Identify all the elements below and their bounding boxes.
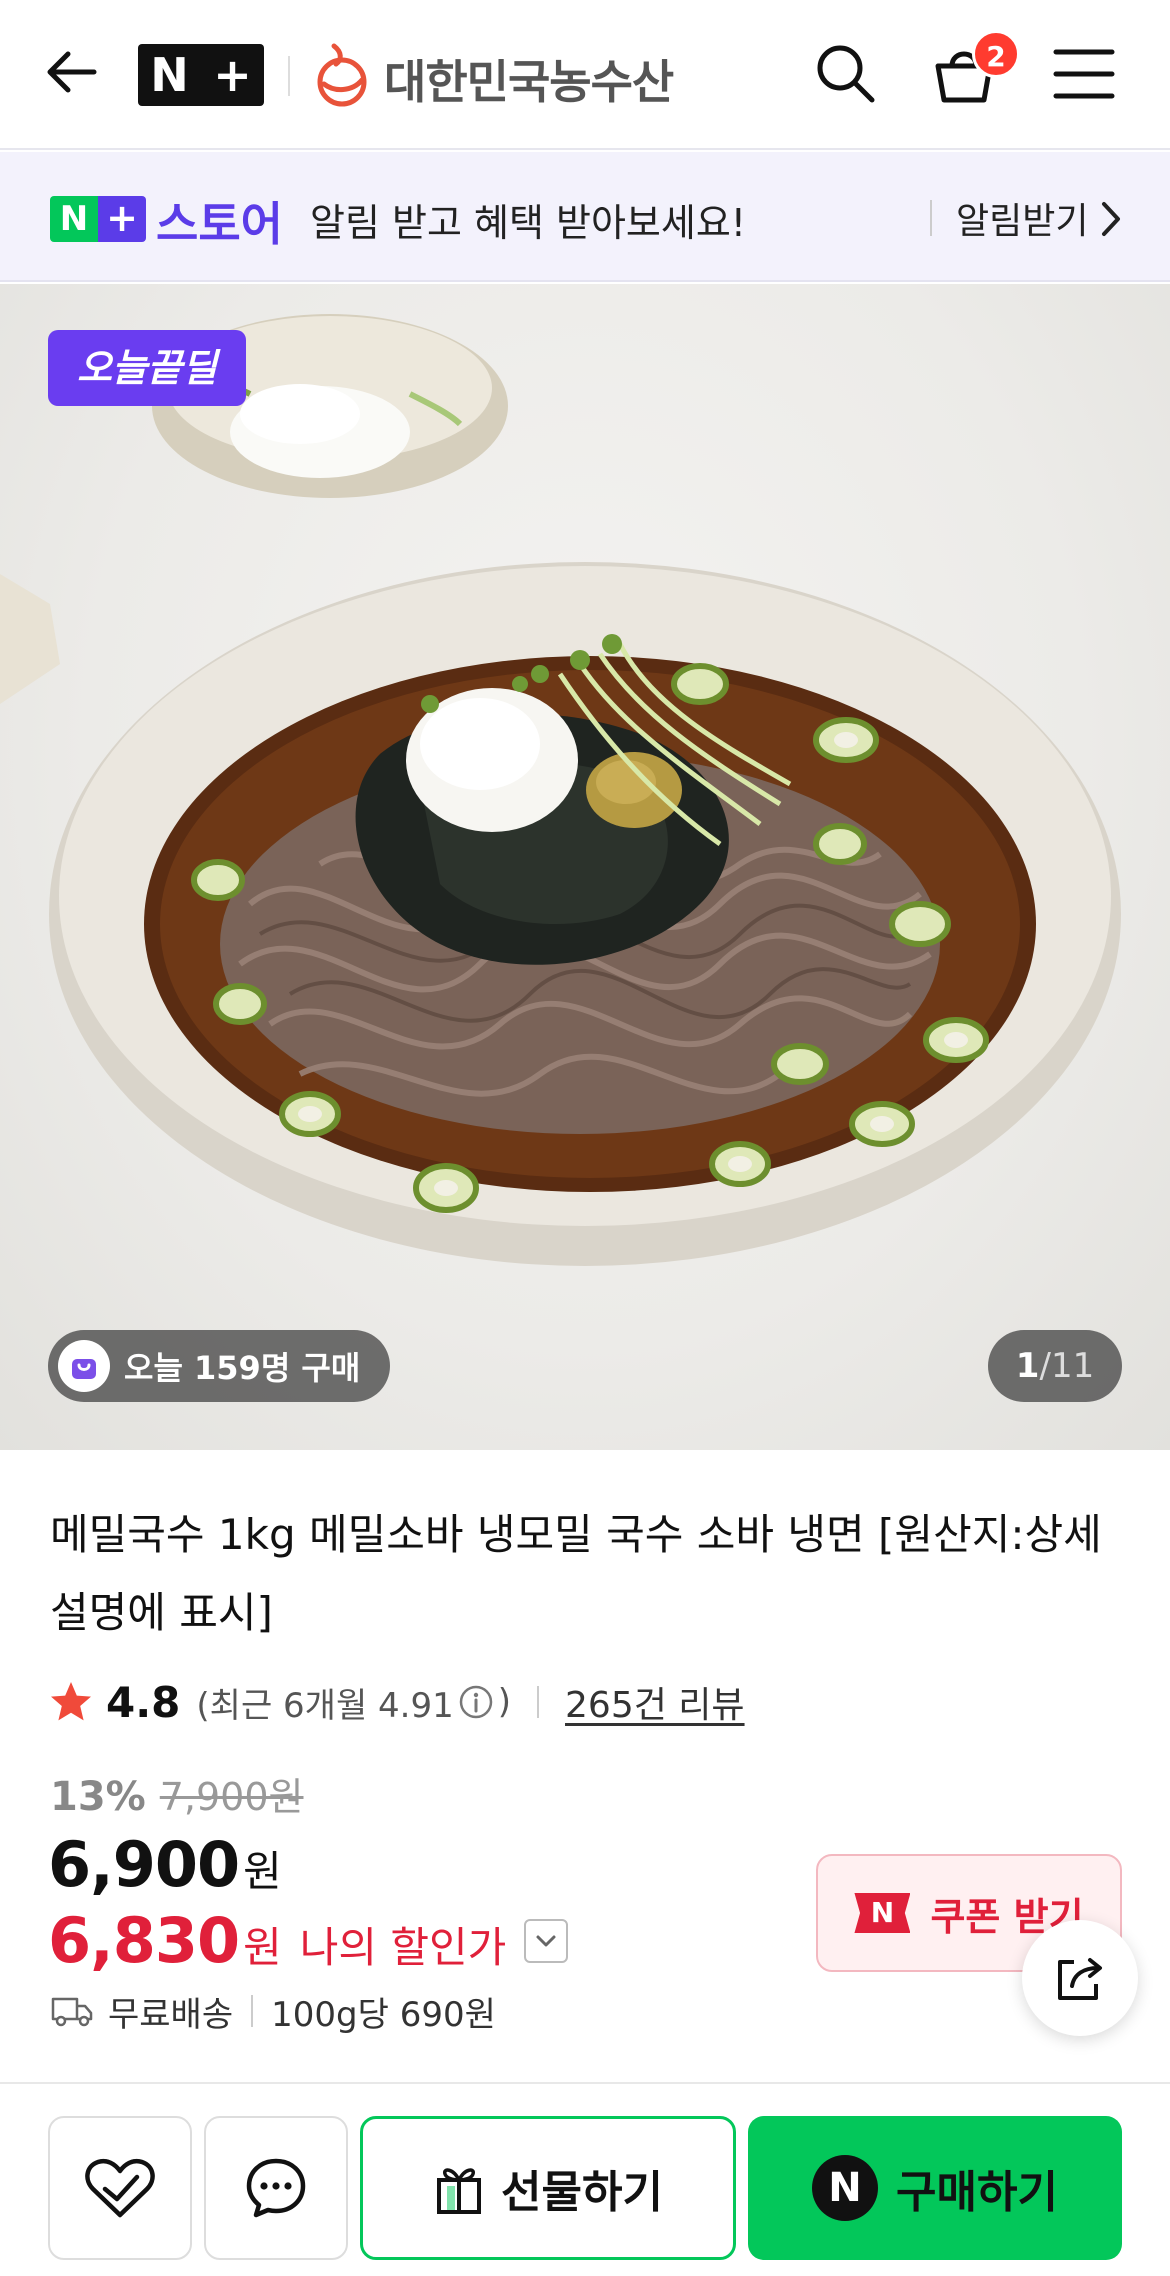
- buy-label: 구매하기: [896, 2167, 1058, 2218]
- store-alarm-banner[interactable]: N + 스토어 알림 받고 혜택 받아보세요! 알림받기: [0, 152, 1170, 282]
- image-counter: 1/11: [988, 1330, 1122, 1402]
- store-logo-n: N: [50, 196, 98, 242]
- my-discount-price-row[interactable]: 6,830 원 나의 할인가: [48, 1904, 569, 1977]
- naver-plus-logo-n: N: [150, 48, 189, 102]
- unit-price-text: 100g당 690원: [271, 1994, 496, 2035]
- app-header: N + 대한민국농수산 2: [0, 0, 1170, 150]
- share-button[interactable]: [1022, 1920, 1138, 2036]
- store-logo: N +: [50, 196, 146, 242]
- sale-price-unit: 원: [243, 1847, 282, 1896]
- naver-plus-logo[interactable]: N +: [138, 44, 264, 106]
- wishlist-button[interactable]: [48, 2116, 192, 2260]
- delivery-row: 무료배송 100g당 690원: [50, 1986, 496, 2036]
- rating-divider: [537, 1686, 540, 1718]
- back-arrow-icon[interactable]: [40, 40, 104, 104]
- gift-button[interactable]: 선물하기: [360, 2116, 736, 2260]
- product-title: 메밀국수 1kg 메밀소바 냉모밀 국수 소바 냉면 [원산지:상세설명에 표시…: [50, 1510, 1102, 1637]
- rating-recent-text: (최근 6개월 4.91: [196, 1685, 454, 1726]
- my-discount-price: 6,830: [48, 1904, 240, 1977]
- today-deal-badge: 오늘끝딜: [48, 330, 246, 406]
- image-counter-total: 11: [1050, 1346, 1095, 1386]
- store-logo-plus: +: [98, 196, 146, 242]
- chat-icon: [246, 2158, 306, 2218]
- discount-rate: 13%: [50, 1774, 146, 1820]
- header-divider: [288, 56, 290, 96]
- my-discount-price-unit: 원: [243, 1923, 282, 1972]
- review-count-link[interactable]: 265건 리뷰: [565, 1676, 745, 1728]
- delivery-divider: [251, 1995, 254, 2027]
- rating-score: 4.8: [106, 1677, 181, 1727]
- brand-name[interactable]: 대한민국농수산: [384, 46, 674, 112]
- share-icon: [1058, 1958, 1102, 2000]
- image-counter-separator: /: [1039, 1346, 1051, 1386]
- talk-button[interactable]: [204, 2116, 348, 2260]
- coupon-n-icon: N: [854, 1893, 911, 1933]
- product-photo: [0, 314, 1121, 1266]
- free-delivery-text: 무료배송: [108, 1994, 234, 2035]
- heart-check-icon: [85, 2158, 155, 2218]
- discount-row: 13% 7,900원: [50, 1766, 304, 1821]
- buy-button[interactable]: N 구매하기: [748, 2116, 1122, 2260]
- info-icon[interactable]: [458, 1684, 494, 1720]
- naver-plus-logo-plus: +: [213, 48, 252, 102]
- chevron-down-icon[interactable]: [524, 1918, 569, 1963]
- naver-pay-icon: N: [812, 2155, 879, 2221]
- rating-recent: (최근 6개월 4.91 ): [196, 1678, 511, 1727]
- alarm-subscribe-link[interactable]: 알림받기: [956, 192, 1088, 244]
- cart-count-badge: 2: [972, 30, 1020, 78]
- hamburger-menu-icon[interactable]: [1052, 44, 1116, 104]
- buyers-count-text: 오늘 159명 구매: [124, 1349, 361, 1387]
- buyers-count-pill: 오늘 159명 구매: [48, 1330, 391, 1402]
- bottom-action-bar: 선물하기 N 구매하기: [0, 2082, 1170, 2276]
- gift-icon: [437, 2168, 482, 2214]
- price-row: 6,900 원: [48, 1828, 282, 1901]
- store-divider: [930, 200, 932, 236]
- shopping-bag-icon: [58, 1340, 110, 1392]
- store-name: 스토어: [156, 197, 283, 251]
- search-icon[interactable]: [810, 38, 880, 108]
- chevron-right-icon: [1102, 202, 1120, 236]
- truck-icon: [51, 1997, 93, 2027]
- rating-recent-close: ): [497, 1682, 512, 1722]
- store-message: 알림 받고 혜택 받아보세요!: [310, 201, 747, 245]
- brand-logo-icon: [317, 43, 367, 107]
- my-discount-label: 나의 할인가: [299, 1923, 507, 1972]
- product-image-carousel[interactable]: 오늘끝딜 오늘 159명 구매 1/11: [0, 284, 1170, 1450]
- image-counter-current: 1: [1015, 1346, 1040, 1386]
- rating-row: 4.8 (최근 6개월 4.91 ) 265건 리뷰: [48, 1672, 745, 1732]
- original-price: 7,900원: [159, 1775, 304, 1819]
- star-icon: [51, 1682, 91, 1721]
- sale-price: 6,900: [48, 1828, 240, 1901]
- gift-label: 선물하기: [501, 2167, 663, 2218]
